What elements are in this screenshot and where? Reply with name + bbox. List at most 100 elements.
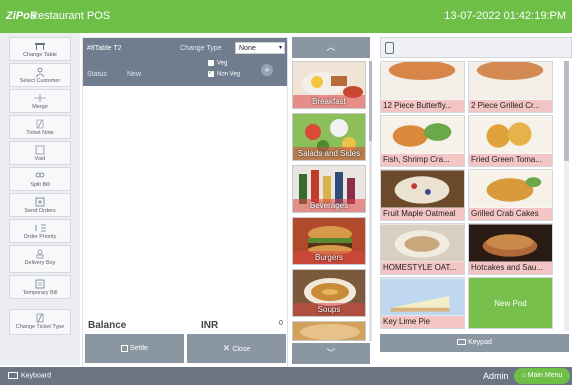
void-button[interactable]: Void [9, 141, 71, 165]
change-type-label: Change Type [180, 45, 222, 52]
temporary-bill-button[interactable]: Temporary Bill [9, 275, 71, 299]
keyboard-button[interactable]: Keyboard [8, 372, 51, 379]
item-image [469, 170, 552, 208]
menu-items-panel: 12 Piece Butterfly... 2 Piece Grilled Cr… [378, 37, 572, 365]
main-menu-button[interactable]: ⌂ Main Menu [514, 368, 570, 384]
item-image [381, 170, 464, 208]
status-value: New [127, 71, 142, 78]
priority-icon [35, 224, 46, 232]
select-customer-button[interactable]: Select Customer [9, 63, 71, 87]
chevron-down-icon: ▾ [278, 45, 282, 51]
currency-label: INR [201, 320, 219, 331]
category-scrollbar[interactable] [369, 61, 372, 341]
app-title: Restaurant POS [30, 10, 111, 22]
send-orders-label: Send Orders [24, 208, 56, 214]
customer-icon [35, 67, 45, 77]
bottom-bar: Keyboard Admin ⌂ Main Menu [0, 367, 572, 385]
current-user: Admin [483, 371, 509, 381]
change-table-button[interactable]: Change Table [9, 37, 71, 61]
change-ticket-type-label: Change Ticket Type [15, 324, 65, 330]
temporary-bill-label: Temporary Bill [22, 290, 58, 296]
close-label: Close [232, 346, 251, 353]
table-name: #8Table T2 [87, 45, 122, 52]
category-label: Burgers [314, 253, 343, 262]
nonveg-label: Non Veg [217, 71, 241, 78]
settle-button[interactable]: Settle [85, 334, 184, 363]
category-beverages[interactable]: Beverages [292, 165, 366, 213]
change-type-select[interactable]: None ▾ [235, 42, 285, 54]
action-sidebar: Change Table Select Customer Merge Ticke… [0, 33, 80, 365]
item-label: Grilled Crab Cakes [471, 209, 539, 218]
category-breakfast[interactable]: Breakfast [292, 61, 366, 109]
nonveg-check-box[interactable] [208, 69, 214, 77]
send-orders-button[interactable]: Send Orders [9, 193, 71, 217]
order-priority-button[interactable]: Order Priority [9, 219, 71, 243]
category-label: Breakfast [312, 97, 346, 106]
menu-item[interactable]: Fried Green Toma... [468, 115, 553, 167]
delivery-icon [36, 249, 44, 259]
item-label: 2 Piece Grilled Cr... [471, 101, 540, 110]
category-burgers[interactable]: Burgers [292, 217, 366, 265]
balance-value: 0 [279, 320, 283, 327]
split-bill-button[interactable]: Split Bill [9, 167, 71, 191]
category-partial[interactable] [292, 321, 366, 341]
category-salads-and-sides[interactable]: Salads and Sides [292, 113, 366, 161]
category-scroll-up-button[interactable]: ︿ [292, 37, 370, 58]
item-image [469, 116, 552, 154]
veg-check-box[interactable] [208, 60, 214, 66]
change-ticket-type-button[interactable]: Change Ticket Type [9, 309, 71, 335]
item-label: Key Lime Pie [383, 317, 431, 326]
menu-item[interactable]: Key Lime Pie [380, 277, 465, 329]
status-label: Status [87, 71, 107, 78]
menu-item[interactable]: 12 Piece Butterfly... [380, 61, 465, 113]
datetime-display: 13-07-2022 01:42:19:PM [444, 10, 566, 22]
items-scroll-thumb[interactable] [564, 61, 569, 161]
new-pod-item[interactable]: New Pod [468, 277, 553, 329]
ticket-icon [36, 313, 44, 323]
merge-button[interactable]: Merge [9, 89, 71, 113]
menu-item[interactable]: Fruit Maple Oatmeal [380, 169, 465, 221]
delivery-boy-button[interactable]: Delivery Boy [9, 245, 71, 273]
category-scroll-down-button[interactable]: ﹀ [292, 343, 370, 364]
device-icon[interactable] [385, 42, 394, 54]
menu-item[interactable]: Hotcakes and Sau... [468, 223, 553, 275]
keypad-icon [457, 339, 467, 346]
change-table-label: Change Table [23, 52, 57, 58]
change-type-value: None [239, 45, 256, 52]
category-label: Soups [317, 305, 341, 314]
item-label: Fried Green Toma... [471, 155, 542, 164]
nonveg-checkbox[interactable]: Non Veg [208, 69, 241, 78]
title-bar: ZiPos Restaurant POS 13-07-2022 01:42:19… [0, 0, 572, 33]
items-scrollbar[interactable] [564, 61, 569, 331]
keyboard-icon [8, 372, 18, 379]
ticket-note-button[interactable]: Ticket Note [9, 115, 71, 139]
menu-item[interactable]: 2 Piece Grilled Cr... [468, 61, 553, 113]
item-label: 12 Piece Butterfly... [383, 101, 452, 110]
veg-checkbox[interactable]: Veg [208, 60, 227, 67]
menu-item[interactable]: Fish, Shrimp Cra... [380, 115, 465, 167]
category-soups[interactable]: Soups [292, 269, 366, 317]
item-image [381, 224, 464, 262]
item-label: Fish, Shrimp Cra... [383, 155, 450, 164]
category-scroll-thumb[interactable] [369, 61, 372, 141]
chevron-up-icon: ︿ [326, 42, 336, 52]
menu-item[interactable]: HOMESTYLE OAT... [380, 223, 465, 275]
select-customer-label: Select Customer [19, 78, 61, 84]
add-icon[interactable]: + [261, 64, 273, 76]
merge-label: Merge [32, 104, 48, 110]
menu-item[interactable]: Grilled Crab Cakes [468, 169, 553, 221]
home-icon: ⌂ [521, 372, 526, 379]
split-icon [35, 172, 45, 178]
veg-label: Veg [217, 60, 228, 67]
keypad-button[interactable]: Keypad [380, 334, 569, 352]
item-label: Fruit Maple Oatmeal [383, 209, 456, 218]
bill-icon [35, 279, 45, 289]
keyboard-label: Keyboard [21, 372, 51, 380]
item-image [381, 116, 464, 154]
settle-icon [121, 344, 129, 352]
close-button[interactable]: ✕ Close [187, 334, 286, 363]
table-icon [35, 43, 45, 50]
ticket-note-label: Ticket Note [26, 130, 54, 136]
new-pod-label: New Pod [494, 299, 527, 308]
settle-label: Settle [130, 345, 148, 352]
